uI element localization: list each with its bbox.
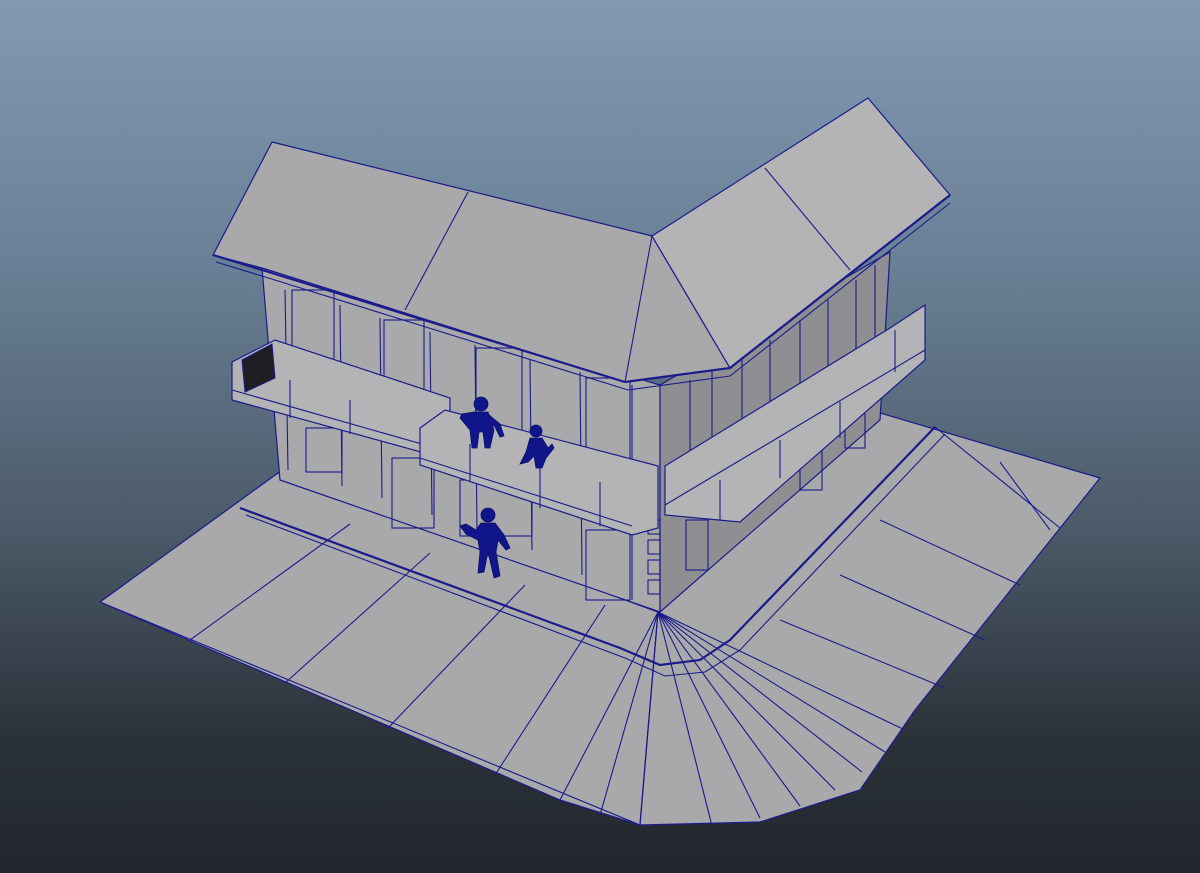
3d-viewport[interactable]	[0, 0, 1200, 873]
scene-canvas[interactable]	[0, 0, 1200, 873]
